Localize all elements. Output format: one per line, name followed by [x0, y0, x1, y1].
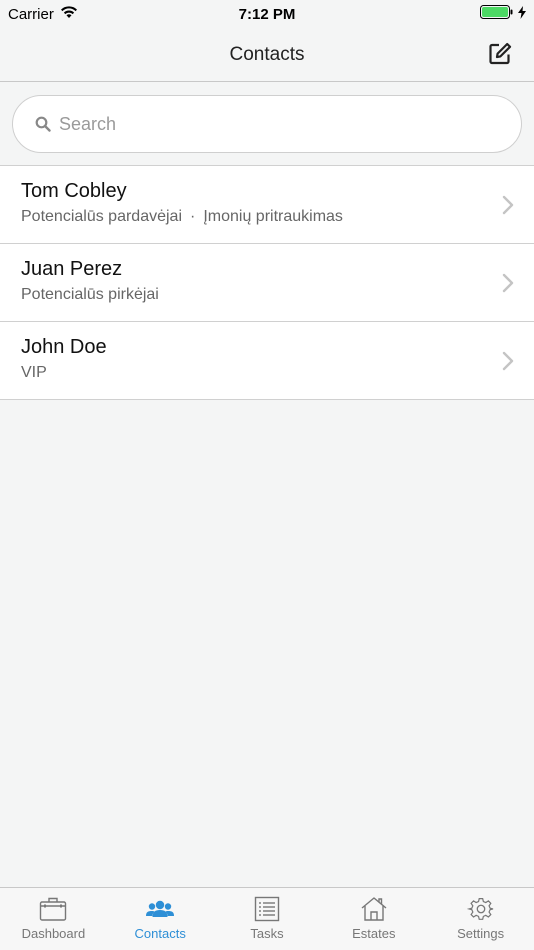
contact-tag: VIP: [21, 364, 47, 381]
contact-row[interactable]: Juan Perez Potencialūs pirkėjai: [0, 244, 534, 322]
tab-label: Settings: [457, 926, 505, 941]
contact-name: Juan Perez: [21, 258, 123, 280]
contact-tags: Potencialūs pardavėjai · Įmonių pritrauk…: [21, 208, 343, 226]
search-field[interactable]: [12, 95, 522, 153]
tab-settings[interactable]: Settings: [427, 888, 534, 950]
tab-dashboard[interactable]: Dashboard: [0, 888, 107, 950]
chevron-right-icon: [502, 351, 514, 371]
contact-row[interactable]: John Doe VIP: [0, 322, 534, 400]
tab-label: Contacts: [134, 926, 186, 941]
status-bar: Carrier 7:12 PM: [0, 0, 534, 28]
search-bar: [12, 95, 522, 153]
search-input[interactable]: [59, 113, 459, 135]
charging-bolt-icon: [518, 5, 526, 23]
contact-tags: VIP: [21, 364, 47, 382]
contact-tags: Potencialūs pirkėjai: [21, 286, 159, 304]
tab-tasks[interactable]: Tasks: [214, 888, 321, 950]
status-left: Carrier: [8, 5, 78, 23]
status-time: 7:12 PM: [238, 5, 296, 23]
tab-label: Estates: [352, 926, 396, 941]
wifi-icon: [60, 5, 78, 23]
contact-tag: Potencialūs pardavėjai: [21, 208, 182, 225]
tag-separator: ·: [190, 208, 196, 225]
compose-button[interactable]: [488, 42, 512, 66]
contact-list: Tom Cobley Potencialūs pardavėjai · Įmon…: [0, 165, 534, 400]
battery-icon: [480, 5, 514, 23]
page-title: Contacts: [229, 43, 305, 65]
contact-name: Tom Cobley: [21, 180, 127, 202]
tab-estates[interactable]: Estates: [320, 888, 427, 950]
chevron-right-icon: [502, 273, 514, 293]
briefcase-icon: [40, 897, 67, 921]
house-icon: [361, 897, 387, 921]
search-icon: [35, 116, 51, 132]
navigation-bar: Contacts: [0, 28, 534, 82]
contact-tag: Įmonių pritraukimas: [203, 208, 343, 225]
status-right: [480, 5, 526, 23]
list-icon: [254, 896, 280, 922]
contact-row[interactable]: Tom Cobley Potencialūs pardavėjai · Įmon…: [0, 166, 534, 244]
contact-tag: Potencialūs pirkėjai: [21, 286, 159, 303]
tab-label: Dashboard: [21, 926, 86, 941]
contact-name: John Doe: [21, 336, 107, 358]
carrier-label: Carrier: [8, 5, 54, 23]
gear-icon: [466, 897, 493, 920]
contacts-screen: Carrier 7:12 PM Contacts Search Tom Cobl…: [0, 0, 534, 950]
tab-bar: Dashboard Contacts Tasks Estates Setting…: [0, 887, 534, 950]
tab-label: Tasks: [250, 926, 284, 941]
compose-icon: [489, 42, 512, 65]
people-icon: [146, 900, 175, 917]
chevron-right-icon: [502, 195, 514, 215]
tab-contacts[interactable]: Contacts: [107, 888, 214, 950]
